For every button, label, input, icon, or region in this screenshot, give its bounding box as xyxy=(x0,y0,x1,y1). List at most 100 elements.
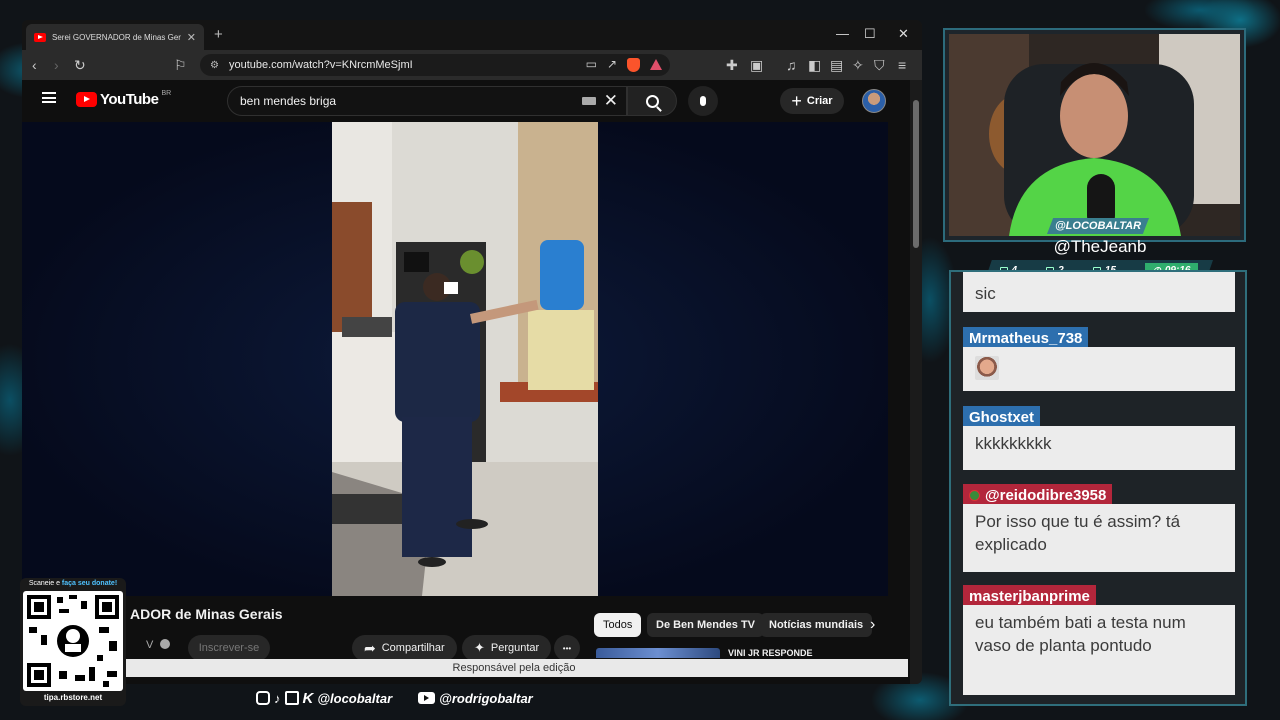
url-actions: ▭ ↗ xyxy=(586,57,662,72)
clear-search-icon[interactable]: ✕ xyxy=(604,91,618,111)
social-handles: ♪ K @locobaltar @rodrigobaltar xyxy=(256,688,533,708)
chips-next-icon[interactable]: › xyxy=(870,616,875,634)
vpn-shield-icon[interactable]: ⛉ xyxy=(874,56,885,74)
back-icon[interactable]: ‹ xyxy=(32,56,37,74)
cast-icon[interactable]: ▭ xyxy=(586,57,597,72)
chat-username-text: masterjbanprime xyxy=(969,587,1090,605)
bookmark-icon[interactable]: ⚐ xyxy=(174,56,187,74)
page-scrollbar[interactable] xyxy=(910,80,922,684)
address-bar[interactable]: ⚙ youtube.com/watch?v=KNrcmMeSjmI ▭ ↗ xyxy=(200,54,670,76)
qr-code-graphic xyxy=(27,595,119,687)
subscribe-button[interactable]: Inscrever-se xyxy=(188,635,270,661)
chat-username-text: Mrmatheus_738 xyxy=(969,329,1083,347)
tab-close-icon[interactable]: ✕ xyxy=(187,31,196,44)
region-label: BR xyxy=(161,90,172,97)
url-text: youtube.com/watch?v=KNrcmMeSjmI xyxy=(228,59,413,71)
chat-username: masterjbanprime xyxy=(963,585,1096,607)
sparkle-icon: ✦ xyxy=(474,640,485,655)
maximize-icon[interactable]: ☐ xyxy=(864,26,876,42)
webcam-frame xyxy=(943,28,1246,242)
qr-footer: tipa.rbstore.net xyxy=(43,693,103,702)
chip-all[interactable]: Todos xyxy=(594,613,642,637)
featured-viewer-name: @TheJeanb xyxy=(1053,237,1147,256)
tiktok-icon: ♪ xyxy=(274,690,281,706)
chat-message-partial: sic xyxy=(963,272,1235,312)
chat-message-text: Por isso que tu é assim? tá explicado xyxy=(975,512,1181,554)
editor-notice: Responsável pela edição xyxy=(120,659,908,677)
ai-sparkle-icon[interactable]: ✧ xyxy=(852,56,864,74)
microphone-icon xyxy=(700,96,706,106)
more-actions-button[interactable]: ••• xyxy=(554,635,580,661)
more-dots-icon: ••• xyxy=(562,643,572,653)
youtube-logo[interactable]: YouTube BR xyxy=(76,90,172,108)
chat-username: @reidodibre3958 xyxy=(963,484,1113,506)
video-scene xyxy=(332,122,598,596)
menu-icon[interactable]: ≡ xyxy=(898,56,906,74)
recommended-thumbnail[interactable] xyxy=(596,648,720,658)
screenshot-icon[interactable]: ▣ xyxy=(750,56,763,74)
streamer-tag: @LOCOBALTAR xyxy=(1047,218,1149,234)
search-value: ben mendes briga xyxy=(240,94,337,108)
social-handle-2: @rodrigobaltar xyxy=(439,690,533,706)
qr-header: Scaneie e faça seu donate! xyxy=(20,580,126,587)
wallet-icon[interactable]: ▤ xyxy=(830,56,843,74)
chat-message: eu também bati a testa num vaso de plant… xyxy=(963,605,1235,695)
chat-message xyxy=(963,347,1235,391)
brave-shield-icon[interactable] xyxy=(627,58,640,72)
share-icon[interactable]: ↗ xyxy=(607,57,617,72)
browser-tab-active[interactable]: Serei GOVERNADOR de Minas Gerais ✕ xyxy=(26,24,204,50)
create-button[interactable]: + Criar xyxy=(780,88,844,114)
scroll-thumb[interactable] xyxy=(913,100,919,248)
video-frame[interactable] xyxy=(332,122,598,596)
qr-header-prefix: Scaneie e xyxy=(28,580,62,587)
share-arrow-icon: ➦ xyxy=(364,639,376,656)
chip-world-news[interactable]: Notícias mundiais xyxy=(760,613,873,637)
youtube-play-icon xyxy=(76,92,97,107)
window-close-icon[interactable]: ✕ xyxy=(898,26,909,42)
video-player[interactable] xyxy=(22,122,888,596)
social-handle-1: @locobaltar xyxy=(317,690,393,706)
youtube-page: YouTube BR ben mendes briga ✕ + Criar AD… xyxy=(22,80,910,684)
keyboard-icon[interactable] xyxy=(581,97,596,105)
chip-channel[interactable]: De Ben Mendes TV xyxy=(647,613,765,637)
chat-message-text: kkkkkkkkk xyxy=(975,434,1052,453)
instagram-icon xyxy=(256,691,270,705)
site-info-icon[interactable]: ⚙ xyxy=(210,60,219,71)
recommended-title[interactable]: VINI JR RESPONDE xyxy=(728,648,813,658)
qr-code xyxy=(23,591,123,691)
voice-search-button[interactable] xyxy=(688,86,718,116)
video-details: ADOR de Minas Gerais V Inscrever-se ➦ Co… xyxy=(22,596,910,684)
account-avatar[interactable] xyxy=(862,89,886,113)
create-label: Criar xyxy=(806,95,833,107)
minimize-icon[interactable]: — xyxy=(836,26,849,41)
chat-message: Por isso que tu é assim? tá explicado xyxy=(963,504,1235,572)
media-icon[interactable]: ♫ xyxy=(786,56,797,74)
forward-icon[interactable]: › xyxy=(54,56,59,74)
portugal-flag-icon xyxy=(969,489,980,501)
search-input[interactable]: ben mendes briga ✕ xyxy=(227,86,627,116)
face-emote-icon xyxy=(975,356,999,380)
webcam-scene xyxy=(949,34,1240,236)
share-button[interactable]: ➦ Compartilhar xyxy=(352,635,457,661)
search-icon xyxy=(645,94,659,108)
browser-toolbar: ‹ › ↻ ⚐ ⚙ youtube.com/watch?v=KNrcmMeSjm… xyxy=(22,50,922,80)
sidebar-icon[interactable]: ◧ xyxy=(808,56,821,74)
tab-strip: Serei GOVERNADOR de Minas Gerais ✕ + — ☐… xyxy=(22,20,922,50)
new-tab-plus-icon[interactable]: + xyxy=(214,26,223,43)
youtube-header: YouTube BR ben mendes briga ✕ + Criar xyxy=(22,80,910,122)
channel-name[interactable]: V xyxy=(146,639,153,651)
ask-label: Perguntar xyxy=(490,642,540,654)
chat-message: kkkkkkkkk xyxy=(963,426,1235,470)
video-title: ADOR de Minas Gerais xyxy=(130,606,283,622)
verified-icon xyxy=(160,639,170,649)
share-label: Compartilhar xyxy=(381,642,445,654)
chat-message-text: sic xyxy=(975,284,996,303)
hamburger-menu-icon[interactable] xyxy=(42,92,56,103)
reload-icon[interactable]: ↻ xyxy=(74,56,86,74)
brave-rewards-icon[interactable] xyxy=(650,59,662,70)
youtube-favicon-icon xyxy=(34,32,46,42)
webcam-feed xyxy=(949,34,1240,236)
extensions-icon[interactable]: ✚ xyxy=(726,56,738,74)
search-button[interactable] xyxy=(627,86,677,116)
ask-button[interactable]: ✦ Perguntar xyxy=(462,635,552,661)
